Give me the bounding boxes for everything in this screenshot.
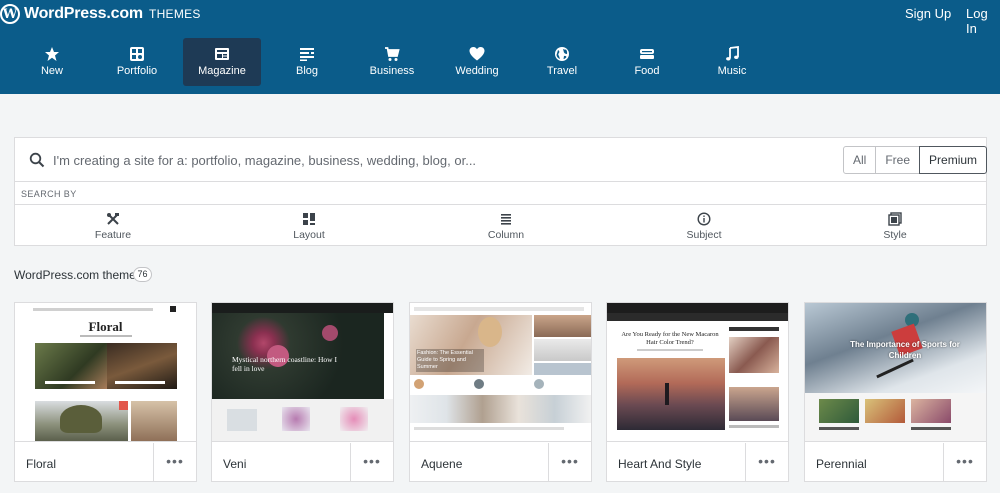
- facet-label: Feature: [94, 229, 132, 241]
- category-food[interactable]: Food: [608, 38, 686, 86]
- card-footer: Perennial •••: [805, 441, 986, 481]
- more-options-button[interactable]: •••: [745, 443, 788, 481]
- tools-icon: [107, 213, 119, 225]
- filter-free-button[interactable]: Free: [875, 146, 921, 174]
- theme-screenshot[interactable]: Floral: [15, 303, 196, 441]
- category-label: Wedding: [455, 65, 499, 77]
- themes-count-badge: 76: [133, 267, 152, 282]
- wordpress-logo-icon: W: [0, 4, 20, 24]
- filter-all-button[interactable]: All: [843, 146, 877, 174]
- theme-search-input[interactable]: [53, 148, 833, 172]
- category-music[interactable]: Music: [693, 38, 771, 86]
- cart-icon: [385, 47, 400, 61]
- category-travel[interactable]: Travel: [523, 38, 601, 86]
- category-label: Music: [717, 65, 747, 77]
- more-options-button[interactable]: •••: [153, 443, 196, 481]
- theme-screenshot[interactable]: Are You Ready for the New Macaron Hair C…: [607, 303, 788, 441]
- column-icon: [501, 214, 511, 225]
- globe-icon: [555, 47, 569, 61]
- theme-name[interactable]: Heart And Style: [618, 457, 701, 471]
- star-icon: [45, 47, 59, 61]
- facet-column[interactable]: Column: [456, 212, 556, 241]
- search-icon[interactable]: [29, 152, 45, 168]
- facet-subject[interactable]: Subject: [654, 212, 754, 241]
- theme-card-floral[interactable]: Floral Floral •••: [14, 302, 197, 482]
- facet-layout[interactable]: Layout: [259, 212, 359, 241]
- theme-search-panel: All Free Premium SEARCH BY Feature Layou…: [14, 137, 988, 246]
- search-by-label: SEARCH BY: [21, 189, 77, 199]
- theme-screenshot[interactable]: Mystical northern coastline: How I fell …: [212, 303, 393, 441]
- facet-label: Layout: [293, 229, 325, 241]
- music-note-icon: [726, 46, 739, 61]
- more-options-button[interactable]: •••: [350, 443, 393, 481]
- category-label: Business: [369, 65, 415, 77]
- preview-heading: The Importance of Sports for Children: [850, 340, 960, 360]
- category-label: Food: [634, 65, 660, 77]
- preview-heading: Fashion: The Essential Guide to Spring a…: [416, 349, 484, 372]
- theme-screenshot[interactable]: The Importance of Sports for Children: [805, 303, 986, 441]
- filter-premium-button[interactable]: Premium: [919, 146, 988, 174]
- magazine-icon: [215, 48, 229, 60]
- card-footer: Floral •••: [15, 441, 196, 481]
- theme-card-heart-and-style[interactable]: Are You Ready for the New Macaron Hair C…: [606, 302, 789, 482]
- preview-heading: Floral: [88, 319, 123, 334]
- theme-name[interactable]: Floral: [26, 457, 56, 471]
- card-footer: Veni •••: [212, 441, 393, 481]
- portfolio-icon: [130, 47, 144, 61]
- facet-label: Subject: [686, 229, 722, 241]
- theme-card-aquene[interactable]: Fashion: The Essential Guide to Spring a…: [409, 302, 592, 482]
- category-wedding[interactable]: Wedding: [438, 38, 516, 86]
- brand-subtitle: THEMES: [148, 7, 201, 21]
- masthead: W WordPress.com THEMES Sign Up Log In Ne…: [0, 0, 1000, 94]
- preview-heading: Are You Ready for the New Macaron Hair C…: [621, 331, 719, 346]
- sign-up-link[interactable]: Sign Up: [905, 6, 951, 21]
- category-label: Travel: [546, 65, 578, 77]
- facet-feature[interactable]: Feature: [63, 212, 163, 241]
- card-footer: Heart And Style •••: [607, 441, 788, 481]
- food-icon: [640, 49, 654, 59]
- preview-heading: Mystical northern coastline: How I fell …: [232, 355, 337, 373]
- theme-name[interactable]: Veni: [223, 457, 246, 471]
- category-portfolio[interactable]: Portfolio: [98, 38, 176, 86]
- category-label: New: [40, 65, 63, 77]
- divider: [15, 204, 986, 205]
- theme-name[interactable]: Perennial: [816, 457, 867, 471]
- facet-style[interactable]: Style: [845, 212, 945, 241]
- style-icon: [888, 212, 902, 226]
- category-blog[interactable]: Blog: [268, 38, 346, 86]
- facet-label: Column: [487, 229, 525, 241]
- layout-icon: [303, 213, 315, 225]
- themes-section-title: WordPress.com themes: [14, 268, 142, 282]
- theme-card-veni[interactable]: Mystical northern coastline: How I fell …: [211, 302, 394, 482]
- category-label: Portfolio: [116, 65, 158, 77]
- theme-name[interactable]: Aquene: [421, 457, 462, 471]
- heart-icon: [469, 47, 485, 61]
- category-new[interactable]: New: [13, 38, 91, 86]
- category-magazine[interactable]: Magazine: [183, 38, 261, 86]
- pricing-filter: All Free Premium: [843, 146, 988, 174]
- category-label: Magazine: [198, 65, 246, 77]
- card-footer: Aquene •••: [410, 441, 591, 481]
- more-options-button[interactable]: •••: [548, 443, 591, 481]
- category-business[interactable]: Business: [353, 38, 431, 86]
- brand-name: WordPress.com: [24, 5, 143, 22]
- search-row: All Free Premium: [15, 138, 988, 182]
- more-options-button[interactable]: •••: [943, 443, 986, 481]
- log-in-link[interactable]: Log In: [966, 6, 1000, 36]
- blog-icon: [300, 48, 314, 61]
- theme-screenshot[interactable]: Fashion: The Essential Guide to Spring a…: [410, 303, 591, 441]
- info-icon: [697, 212, 711, 226]
- category-label: Blog: [295, 65, 319, 77]
- brand[interactable]: W WordPress.com THEMES: [0, 4, 201, 24]
- theme-card-perennial[interactable]: The Importance of Sports for Children Pe…: [804, 302, 987, 482]
- facet-label: Style: [883, 229, 907, 241]
